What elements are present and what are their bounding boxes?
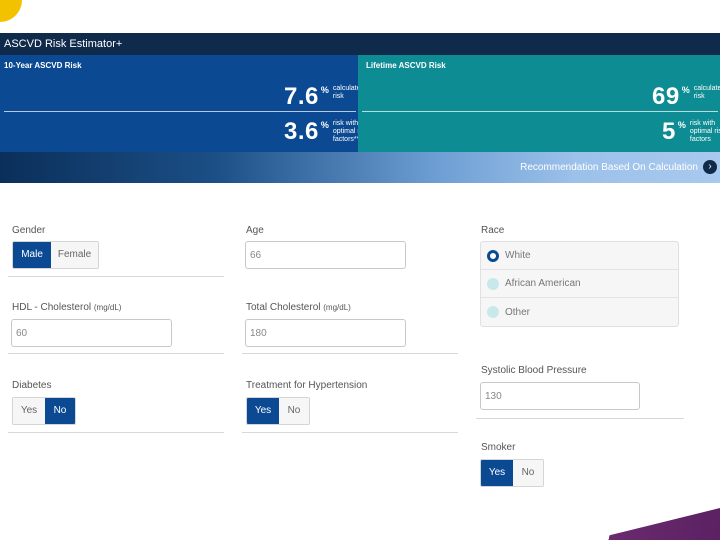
smoker-field: Smoker [481, 442, 515, 453]
hdl-label: HDL - Cholesterol (mg/dL) [12, 302, 121, 313]
diabetes-field: Diabetes [12, 380, 51, 391]
lifetime-risk-panel: Lifetime ASCVD Risk 69 % calculated risk… [358, 55, 720, 152]
gender-field: Gender [12, 225, 45, 236]
radio-icon[interactable] [487, 306, 499, 318]
lifetime-risk-heading: Lifetime ASCVD Risk [366, 61, 446, 70]
race-option-label: African American [505, 278, 581, 289]
smoker-option-no[interactable]: No [512, 460, 543, 486]
race-field: Race [481, 225, 504, 236]
race-option-label: White [505, 250, 531, 261]
radio-selected-icon[interactable] [487, 249, 499, 262]
diabetes-option-no[interactable]: No [44, 398, 75, 424]
systolic-label: Systolic Blood Pressure [481, 365, 587, 376]
panel-divider [362, 111, 718, 112]
total-cholesterol-label-text: Total Cholesterol [246, 302, 321, 313]
gender-label: Gender [12, 225, 46, 236]
lifetime-calculated-label: calculated risk [693, 85, 720, 100]
diabetes-option-yes[interactable]: Yes [13, 398, 45, 424]
app-title-bar: ASCVD Risk Estimator+ [0, 33, 720, 55]
total-cholesterol-label: Total Cholesterol (mg/dL) [246, 302, 351, 313]
hdl-input[interactable] [11, 319, 172, 347]
field-divider [242, 353, 458, 354]
total-cholesterol-field: Total Cholesterol (mg/dL) [246, 302, 351, 313]
race-option-label: Other [505, 306, 531, 318]
hypertension-option-yes[interactable]: Yes [247, 398, 279, 424]
race-option-african-american[interactable]: African American [481, 270, 678, 298]
hdl-unit: (mg/dL) [93, 303, 122, 312]
race-option-other[interactable]: Other [481, 298, 678, 326]
lifetime-optimal-risk: 5 % risk with optimal risk factors [662, 118, 720, 146]
total-cholesterol-unit: (mg/dL) [323, 303, 351, 312]
hypertension-option-no[interactable]: No [278, 398, 309, 424]
hdl-field: HDL - Cholesterol (mg/dL) [12, 302, 121, 313]
systolic-field: Systolic Blood Pressure [481, 365, 587, 376]
field-divider [476, 418, 684, 419]
panel-divider [4, 111, 356, 112]
percent-sign: % [320, 85, 329, 95]
slide-corner-decoration [0, 0, 22, 22]
systolic-input[interactable] [480, 382, 640, 410]
smoker-toggle[interactable]: Yes No [480, 459, 544, 487]
ten-year-risk-heading: 10-Year ASCVD Risk [4, 61, 82, 70]
field-divider [8, 276, 224, 277]
app-title: ASCVD Risk Estimator+ [4, 38, 123, 50]
hypertension-toggle[interactable]: Yes No [246, 397, 310, 425]
slide-corner-decoration-bottom [590, 508, 720, 540]
total-cholesterol-input[interactable] [245, 319, 406, 347]
race-label: Race [481, 225, 505, 236]
ten-year-calculated-value: 7.6 [284, 83, 319, 110]
chevron-right-icon[interactable]: › [703, 160, 717, 174]
diabetes-label: Diabetes [12, 380, 52, 391]
age-label: Age [246, 225, 264, 236]
hypertension-field: Treatment for Hypertension [246, 380, 367, 391]
lifetime-calculated-risk: 69 % calculated risk [652, 83, 720, 111]
race-option-white[interactable]: White [481, 242, 678, 270]
ten-year-optimal-value: 3.6 [284, 118, 319, 145]
field-divider [8, 432, 224, 433]
lifetime-optimal-label: risk with optimal risk factors [689, 120, 720, 143]
percent-sign: % [677, 120, 686, 130]
field-divider [242, 432, 458, 433]
diabetes-toggle[interactable]: Yes No [12, 397, 76, 425]
hypertension-label: Treatment for Hypertension [246, 380, 368, 391]
radio-icon[interactable] [487, 277, 499, 290]
percent-sign: % [320, 120, 329, 130]
recommendation-bar[interactable]: Recommendation Based On Calculation › [0, 152, 720, 183]
gender-option-female[interactable]: Female [51, 242, 98, 268]
race-options: White African American Other [480, 241, 679, 327]
percent-sign: % [681, 85, 690, 95]
age-input[interactable] [245, 241, 406, 269]
lifetime-optimal-value: 5 [662, 118, 676, 145]
field-divider [8, 353, 224, 354]
smoker-label: Smoker [481, 442, 516, 453]
smoker-option-yes[interactable]: Yes [481, 460, 513, 486]
lifetime-calculated-value: 69 [652, 83, 680, 110]
gender-option-male[interactable]: Male [13, 242, 52, 268]
gender-toggle[interactable]: Male Female [12, 241, 99, 269]
ten-year-risk-panel: 10-Year ASCVD Risk 7.6 % calculated risk… [0, 55, 368, 152]
hdl-label-text: HDL - Cholesterol [12, 302, 92, 313]
age-field: Age [246, 225, 264, 236]
recommendation-link[interactable]: Recommendation Based On Calculation [520, 162, 698, 173]
